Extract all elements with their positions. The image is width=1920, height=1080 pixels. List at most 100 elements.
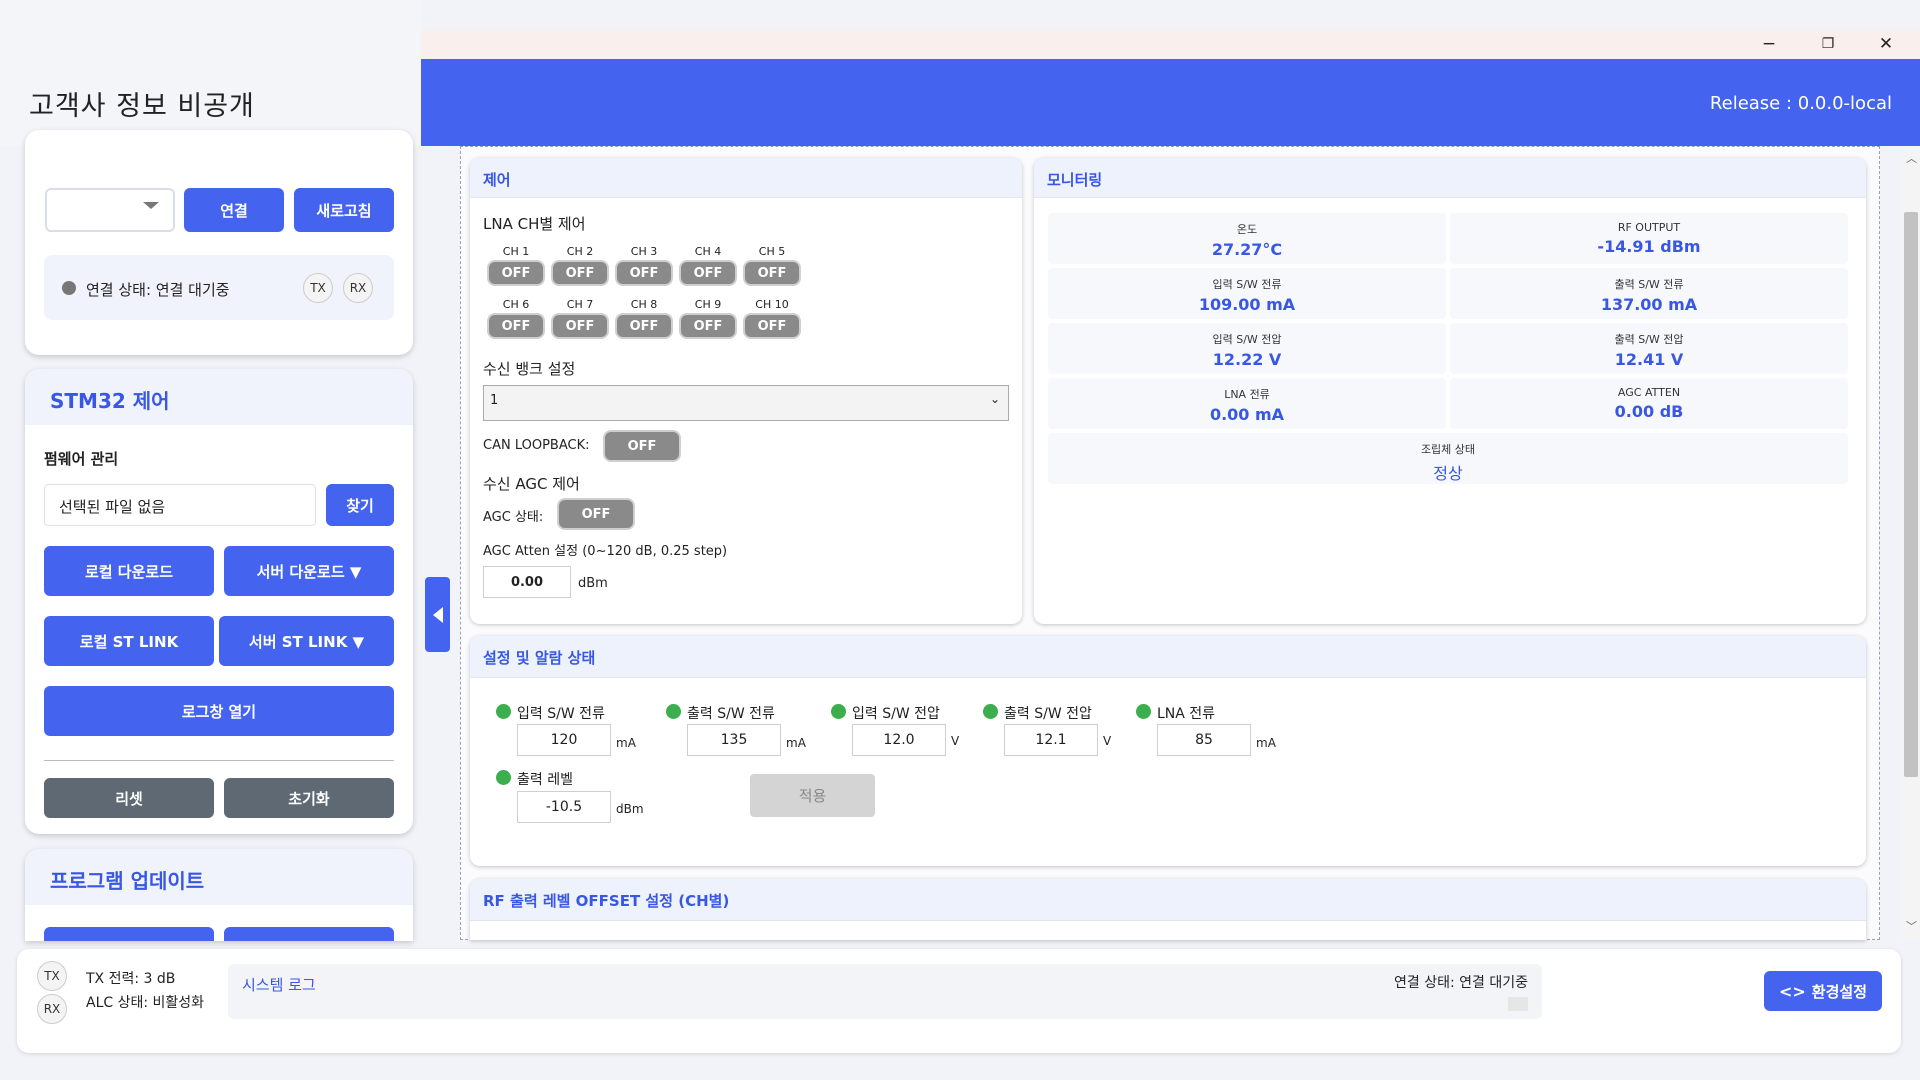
stm32-title: STM32 제어: [50, 389, 170, 413]
channel-label: CH 5: [758, 245, 786, 258]
monitoring-panel: 모니터링 온도 27.27°C RF OUTPUT -14.91 dBm 입력 S/…: [1034, 158, 1866, 624]
output-level-threshold[interactable]: -10.5: [517, 791, 611, 823]
ch8-toggle[interactable]: OFF: [615, 313, 673, 339]
program-update-card: 프로그램 업데이트: [25, 849, 413, 941]
chevron-down-icon: [143, 202, 159, 209]
apply-button[interactable]: 적용: [750, 774, 875, 817]
system-log-title: 시스템 로그: [242, 976, 316, 994]
alarm-item-unit: mA: [786, 736, 806, 750]
monitor-cell-input-current: 입력 S/W 전류 109.00 mA: [1048, 268, 1446, 319]
monitor-cell-rf-output: RF OUTPUT -14.91 dBm: [1450, 213, 1848, 264]
monitoring-title: 모니터링: [1047, 171, 1103, 189]
offset-title: RF 출력 레벨 OFFSET 설정 (CH별): [483, 892, 730, 910]
rx-indicator: RX: [343, 273, 373, 303]
chevron-down-icon: ⌄: [989, 392, 1000, 406]
update-button-partial[interactable]: [44, 927, 214, 941]
ch6-toggle[interactable]: OFF: [487, 313, 545, 339]
connect-button[interactable]: 연결: [184, 188, 284, 232]
monitor-cell-lna-current: LNA 전류 0.00 mA: [1048, 378, 1446, 429]
ch4-toggle[interactable]: OFF: [679, 260, 737, 286]
tx-indicator: TX: [303, 273, 333, 303]
status-ok-icon: [666, 704, 681, 719]
open-log-button[interactable]: 로그창 열기: [44, 686, 394, 736]
settings-label: 환경설정: [1811, 982, 1867, 1001]
server-download-button[interactable]: 서버 다운로드 ▼: [224, 546, 394, 596]
scroll-up-icon[interactable]: ︿: [1906, 150, 1917, 166]
ch1-toggle[interactable]: OFF: [487, 260, 545, 286]
status-ok-icon: [496, 770, 511, 785]
local-download-button[interactable]: 로컬 다운로드: [44, 546, 214, 596]
system-log-box[interactable]: 시스템 로그 연결 상태: 연결 대기중: [228, 964, 1542, 1019]
local-stlink-button[interactable]: 로컬 ST LINK: [44, 616, 214, 666]
close-button[interactable]: ✕: [1864, 32, 1908, 56]
find-file-button[interactable]: 찾기: [326, 484, 394, 526]
stm32-card-header: STM32 제어: [25, 369, 413, 425]
ch7-toggle[interactable]: OFF: [551, 313, 609, 339]
server-stlink-button[interactable]: 서버 ST LINK ▼: [219, 616, 394, 666]
monitor-cell-assembly: 조립체 상태 정상: [1048, 433, 1848, 484]
alarm-item-unit: V: [951, 734, 960, 748]
firmware-file-field[interactable]: 선택된 파일 없음: [44, 484, 316, 526]
channel-label: CH 8: [630, 298, 658, 311]
status-ok-icon: [1136, 704, 1151, 719]
update-card-header: 프로그램 업데이트: [25, 849, 413, 905]
input-current-threshold[interactable]: 120: [517, 724, 611, 756]
firmware-label: 펌웨어 관리: [44, 450, 119, 468]
alarm-title: 설정 및 알람 상태: [483, 649, 596, 667]
channel-label: CH 10: [755, 298, 789, 311]
ch10-toggle[interactable]: OFF: [743, 313, 801, 339]
bank-select-value: 1: [490, 393, 499, 408]
channel-label: CH 7: [566, 298, 594, 311]
alarm-panel-header: 설정 및 알람 상태: [470, 636, 1866, 678]
alarm-item-label: 출력 S/W 전압: [1004, 706, 1092, 722]
release-version: Release : 0.0.0-local: [1709, 93, 1892, 114]
channel-label: CH 6: [502, 298, 530, 311]
alarm-item-label: 입력 S/W 전압: [852, 706, 940, 722]
status-ok-icon: [831, 704, 846, 719]
channel-label: CH 1: [502, 245, 530, 258]
control-title: 제어: [483, 171, 511, 189]
reset-button[interactable]: 리셋: [44, 778, 214, 818]
scrollbar-thumb[interactable]: [1904, 212, 1918, 777]
update-title: 프로그램 업데이트: [50, 869, 205, 893]
bank-title: 수신 뱅크 설정: [483, 360, 576, 378]
maximize-button[interactable]: ❐: [1806, 32, 1850, 56]
refresh-button[interactable]: 새로고침: [294, 188, 394, 232]
status-dot-icon: [62, 281, 76, 295]
ch2-toggle[interactable]: OFF: [551, 260, 609, 286]
stm32-card: STM32 제어 펌웨어 관리 선택된 파일 없음 찾기 로컬 다운로드 서버 …: [25, 369, 413, 834]
ch3-toggle[interactable]: OFF: [615, 260, 673, 286]
connection-status-box: 연결 상태: 연결 대기중 TX RX: [44, 255, 394, 320]
title-area: [0, 0, 421, 146]
can-loopback-toggle[interactable]: OFF: [603, 430, 681, 462]
channel-label: CH 3: [630, 245, 658, 258]
bank-select[interactable]: 1 ⌄: [483, 385, 1009, 421]
status-ok-icon: [983, 704, 998, 719]
port-select[interactable]: [45, 188, 175, 232]
log-connection-status: 연결 상태: 연결 대기중: [1394, 975, 1528, 991]
input-voltage-threshold[interactable]: 12.0: [852, 724, 946, 756]
alarm-item-unit: mA: [1256, 736, 1276, 750]
scroll-down-icon[interactable]: ﹀: [1906, 918, 1917, 934]
output-current-threshold[interactable]: 135: [687, 724, 781, 756]
lna-current-threshold[interactable]: 85: [1157, 724, 1251, 756]
init-button[interactable]: 초기화: [224, 778, 394, 818]
offset-panel-header: RF 출력 레벨 OFFSET 설정 (CH별): [470, 879, 1866, 921]
update-button-partial[interactable]: [224, 927, 394, 941]
channel-label: CH 2: [566, 245, 594, 258]
channel-label: CH 4: [694, 245, 722, 258]
sidebar-collapse-button[interactable]: [425, 577, 450, 652]
output-voltage-threshold[interactable]: 12.1: [1004, 724, 1098, 756]
agc-state-toggle[interactable]: OFF: [557, 498, 635, 530]
control-panel-header: 제어: [470, 158, 1022, 198]
status-bar: TX RX TX 전력: 3 dB ALC 상태: 비활성화 시스템 로그 연결…: [17, 949, 1901, 1053]
settings-button[interactable]: <> 환경설정: [1764, 971, 1882, 1011]
alarm-panel: 설정 및 알람 상태 입력 S/W 전류 120 mA 출력 S/W 전류 13…: [470, 636, 1866, 866]
connection-status-text: 연결 상태: 연결 대기중: [86, 281, 230, 299]
monitor-cell-output-voltage: 출력 S/W 전압 12.41 V: [1450, 323, 1848, 374]
ch5-toggle[interactable]: OFF: [743, 260, 801, 286]
minimize-button[interactable]: −: [1747, 32, 1791, 56]
agc-atten-input[interactable]: 0.00: [483, 566, 571, 598]
ch9-toggle[interactable]: OFF: [679, 313, 737, 339]
header-banner: [421, 59, 1920, 146]
